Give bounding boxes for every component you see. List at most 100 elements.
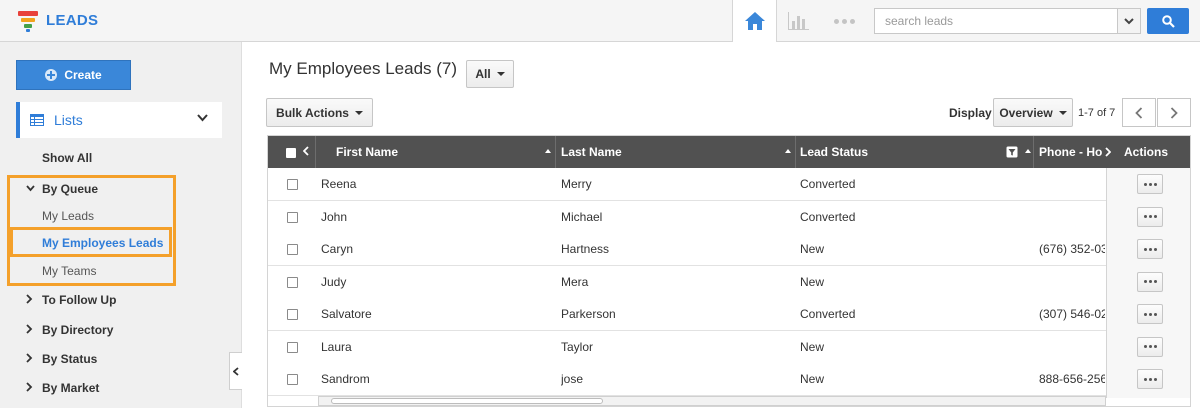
cell-last-name: jose [561, 372, 584, 386]
caret-down-icon [354, 110, 363, 115]
table-row[interactable]: Salvatore Parkerson Converted (307) 546-02 [268, 298, 1106, 331]
caret-down-icon [1058, 110, 1067, 115]
list-grid-icon [30, 114, 44, 126]
sidebar-item-to-follow-up[interactable]: To Follow Up [42, 293, 116, 307]
table-row[interactable]: Caryn Hartness New (676) 352-03 [268, 233, 1106, 266]
page-title: My Employees Leads (7) [269, 59, 458, 78]
column-header-phone[interactable]: Phone - Ho [1039, 136, 1103, 168]
cell-first-name[interactable]: John [321, 201, 553, 233]
select-all-checkbox[interactable] [286, 148, 296, 158]
sidebar-item-by-status[interactable]: By Status [42, 352, 97, 366]
cell-phone [1039, 201, 1105, 233]
row-checkbox[interactable] [287, 309, 298, 320]
lists-label: Lists [54, 112, 83, 128]
search-icon [1161, 14, 1175, 28]
row-actions-button[interactable] [1137, 369, 1163, 389]
actions-column [1106, 168, 1190, 398]
create-button[interactable]: Create [16, 60, 131, 90]
cell-lead-status: New [800, 372, 825, 386]
row-checkbox[interactable] [287, 341, 298, 353]
top-bar: LEADS [0, 0, 1200, 42]
prev-page-button[interactable] [1122, 98, 1156, 127]
sort-asc-icon[interactable] [545, 149, 551, 153]
scrollbar-thumb[interactable] [331, 398, 603, 404]
cell-phone: 888-656-256 [1039, 372, 1105, 386]
filter-all-dropdown[interactable]: All [466, 60, 514, 88]
row-actions-button[interactable] [1137, 239, 1163, 259]
cell-lead-status: Converted [800, 209, 856, 224]
row-actions-button[interactable] [1137, 271, 1163, 292]
bar-chart-icon[interactable] [787, 12, 809, 30]
chevron-right-icon[interactable] [1105, 147, 1111, 157]
table-row[interactable]: Judy Mera New [268, 265, 1106, 299]
sidebar-item-by-market[interactable]: By Market [42, 381, 99, 395]
row-actions-button[interactable] [1137, 174, 1163, 194]
chevron-left-icon [233, 366, 239, 376]
cell-lead-status: Converted [800, 307, 856, 321]
column-header-actions: Actions [1124, 145, 1169, 159]
cell-lead-status: New [800, 274, 825, 289]
plus-circle-icon [45, 69, 58, 81]
cell-first-name[interactable]: Caryn [321, 233, 553, 265]
next-page-button[interactable] [1157, 98, 1191, 127]
table-row[interactable]: Laura Taylor New [268, 330, 1106, 364]
row-checkbox[interactable] [287, 374, 298, 385]
search-button[interactable] [1147, 8, 1189, 34]
sidebar-item-show-all[interactable]: Show All [42, 151, 92, 165]
filter-icon[interactable] [1006, 146, 1018, 158]
cell-first-name[interactable]: Laura [321, 331, 553, 363]
cell-phone [1039, 168, 1105, 200]
chevron-down-icon[interactable] [197, 114, 208, 122]
cell-first-name[interactable]: Salvatore [321, 298, 553, 330]
table-row[interactable]: Sandrom jose New 888-656-256 [268, 363, 1106, 396]
leads-table: First Name Last Name Lead Status Phone -… [267, 135, 1191, 407]
cell-first-name[interactable]: Sandrom [321, 363, 553, 395]
search-input[interactable] [874, 8, 1118, 34]
chevron-right-icon[interactable] [26, 353, 33, 363]
chevron-right-icon [1170, 106, 1178, 119]
row-checkbox[interactable] [287, 179, 298, 190]
chevron-right-icon[interactable] [26, 294, 33, 304]
cell-last-name: Mera [561, 274, 589, 289]
column-header-lead-status[interactable]: Lead Status [800, 136, 868, 168]
chevron-right-icon[interactable] [26, 324, 33, 334]
chevron-right-icon[interactable] [26, 382, 33, 392]
row-actions-button[interactable] [1137, 336, 1163, 357]
cell-last-name: Parkerson [561, 307, 616, 321]
display-dropdown[interactable]: Overview [993, 98, 1073, 127]
sidebar-collapse-toggle[interactable] [229, 352, 242, 390]
cell-phone [1039, 331, 1105, 363]
table-row[interactable]: John Michael Converted [268, 200, 1106, 234]
more-dots-icon[interactable] [834, 14, 856, 28]
home-tab[interactable] [732, 0, 777, 42]
filter-all-label: All [475, 67, 491, 81]
lists-panel[interactable]: Lists [16, 102, 222, 138]
app-title[interactable]: LEADS [46, 12, 98, 29]
highlight-box-my-employees-leads [10, 227, 172, 257]
row-actions-button[interactable] [1137, 304, 1163, 324]
row-actions-button[interactable] [1137, 206, 1163, 227]
cell-lead-status: New [800, 339, 825, 354]
row-checkbox[interactable] [287, 276, 298, 288]
create-label: Create [64, 68, 102, 82]
funnel-logo-icon [18, 11, 38, 32]
cell-first-name[interactable]: Reena [321, 168, 553, 200]
search-dropdown-button[interactable] [1117, 8, 1141, 34]
table-row[interactable]: Reena Merry Converted [268, 168, 1106, 201]
bulk-actions-label: Bulk Actions [276, 105, 349, 120]
sort-asc-icon[interactable] [785, 149, 791, 153]
row-checkbox[interactable] [287, 244, 298, 255]
bulk-actions-button[interactable]: Bulk Actions [266, 98, 373, 127]
cell-last-name: Merry [561, 177, 592, 191]
sidebar-item-by-directory[interactable]: By Directory [42, 323, 113, 337]
cell-lead-status: New [800, 242, 825, 256]
sort-asc-icon[interactable] [1025, 149, 1031, 153]
cell-phone [1039, 266, 1105, 298]
cell-first-name[interactable]: Judy [321, 266, 553, 298]
column-header-last-name[interactable]: Last Name [561, 136, 622, 168]
horizontal-scrollbar[interactable] [318, 396, 1106, 406]
column-header-first-name[interactable]: First Name [336, 136, 398, 168]
chevron-left-icon [1135, 106, 1143, 119]
row-checkbox[interactable] [287, 211, 298, 223]
chevron-left-icon[interactable] [303, 146, 309, 156]
